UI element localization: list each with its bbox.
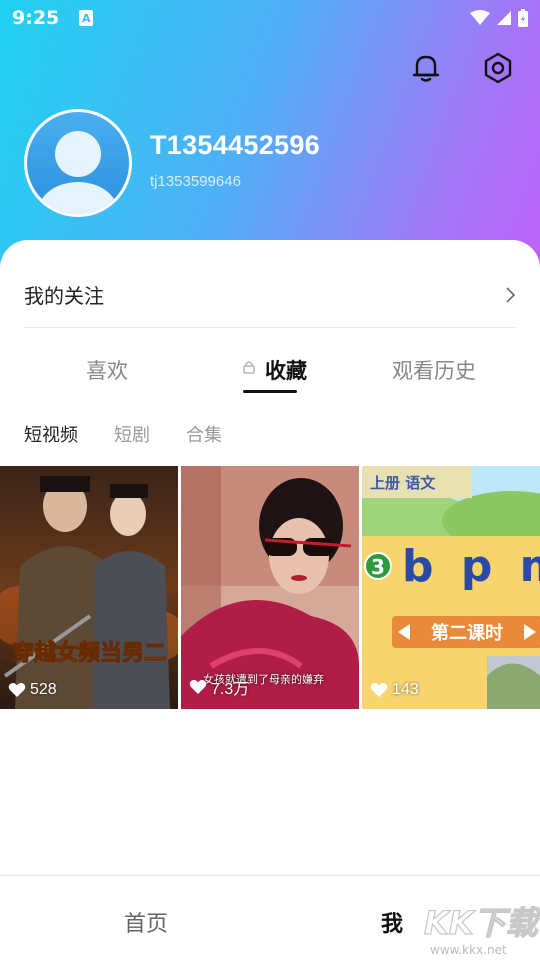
bell-icon — [412, 55, 440, 82]
video-2-likes: 7.3万 — [189, 675, 249, 699]
battery-icon — [518, 9, 528, 27]
settings-icon — [484, 52, 512, 84]
heart-icon — [370, 683, 388, 697]
watermark-url: www.kkx.net — [430, 943, 507, 957]
video-2-like-count: 7.3万 — [211, 681, 250, 698]
notification-a-icon: A — [79, 10, 94, 26]
subtab-short-videos[interactable]: 短视频 — [24, 421, 78, 451]
video-thumbnail-3[interactable]: 上册 语文 3 b p m 第二课时 143 — [362, 466, 540, 709]
video-3-number: 3 — [371, 555, 385, 579]
tab-bar: 喜欢 收藏 观看历史 — [0, 348, 540, 396]
tab-watch-history-label: 观看历史 — [392, 359, 476, 383]
tab-likes[interactable]: 喜欢 — [55, 348, 159, 392]
tab-likes-label: 喜欢 — [86, 359, 128, 383]
video-thumbnail-2[interactable]: 女孩就遭到了母亲的嫌弃 7.3万 — [181, 466, 359, 709]
video-3-like-count: 143 — [392, 681, 419, 698]
default-avatar-icon — [38, 131, 118, 214]
signal-icon — [497, 11, 511, 25]
profile-name: T1354452596 — [150, 130, 320, 160]
nav-me[interactable]: 我 — [381, 906, 403, 938]
status-bar: 9:25 A — [0, 0, 540, 36]
video-thumbnail-3-image: 上册 语文 3 b p m 第二课时 — [362, 466, 540, 709]
my-follows-label: 我的关注 — [24, 284, 104, 308]
heart-icon — [189, 680, 207, 694]
video-thumbnail-1[interactable]: 穿越女频当男二 528 — [0, 466, 178, 709]
status-icons — [470, 9, 528, 27]
active-tab-indicator — [243, 390, 297, 393]
nav-home[interactable]: 首页 — [124, 906, 168, 938]
video-1-title-text: 穿越女频当男二 — [12, 640, 166, 666]
kk-watermark-logo: KK下载 www.kkx.net — [423, 903, 540, 957]
chevron-right-icon — [506, 286, 516, 303]
tab-favorites-label: 收藏 — [265, 359, 307, 383]
notification-bell-button[interactable] — [408, 50, 444, 86]
profile-id: tj1353599646 — [150, 173, 241, 190]
subtab-collections[interactable]: 合集 — [186, 421, 222, 451]
video-3-top-text: 上册 语文 — [370, 474, 436, 492]
my-follows-row[interactable]: 我的关注 — [24, 262, 516, 328]
wifi-icon — [470, 10, 490, 25]
video-3-lesson: 第二课时 — [431, 622, 503, 644]
video-1-like-count: 528 — [30, 681, 57, 698]
tab-watch-history[interactable]: 观看历史 — [380, 348, 488, 392]
heart-icon — [8, 683, 26, 697]
video-3-letters: b p m — [402, 541, 540, 592]
video-1-likes: 528 — [8, 681, 57, 699]
subtab-bar: 短视频 短剧 合集 — [24, 421, 222, 451]
status-time: 9:25 — [12, 7, 60, 29]
subtab-short-dramas[interactable]: 短剧 — [114, 421, 150, 451]
video-thumbnail-1-image: 穿越女频当男二 — [0, 466, 178, 709]
video-grid: 穿越女频当男二 528 女孩就遭到了母亲的嫌弃 7.3万 上册 语文 3 b p… — [0, 466, 540, 709]
watermark-text: KK下载 — [424, 904, 540, 942]
tab-favorites[interactable]: 收藏 — [230, 348, 320, 392]
settings-button[interactable] — [480, 50, 516, 86]
lock-icon — [243, 361, 255, 374]
video-3-likes: 143 — [370, 681, 419, 699]
avatar[interactable] — [24, 109, 132, 217]
